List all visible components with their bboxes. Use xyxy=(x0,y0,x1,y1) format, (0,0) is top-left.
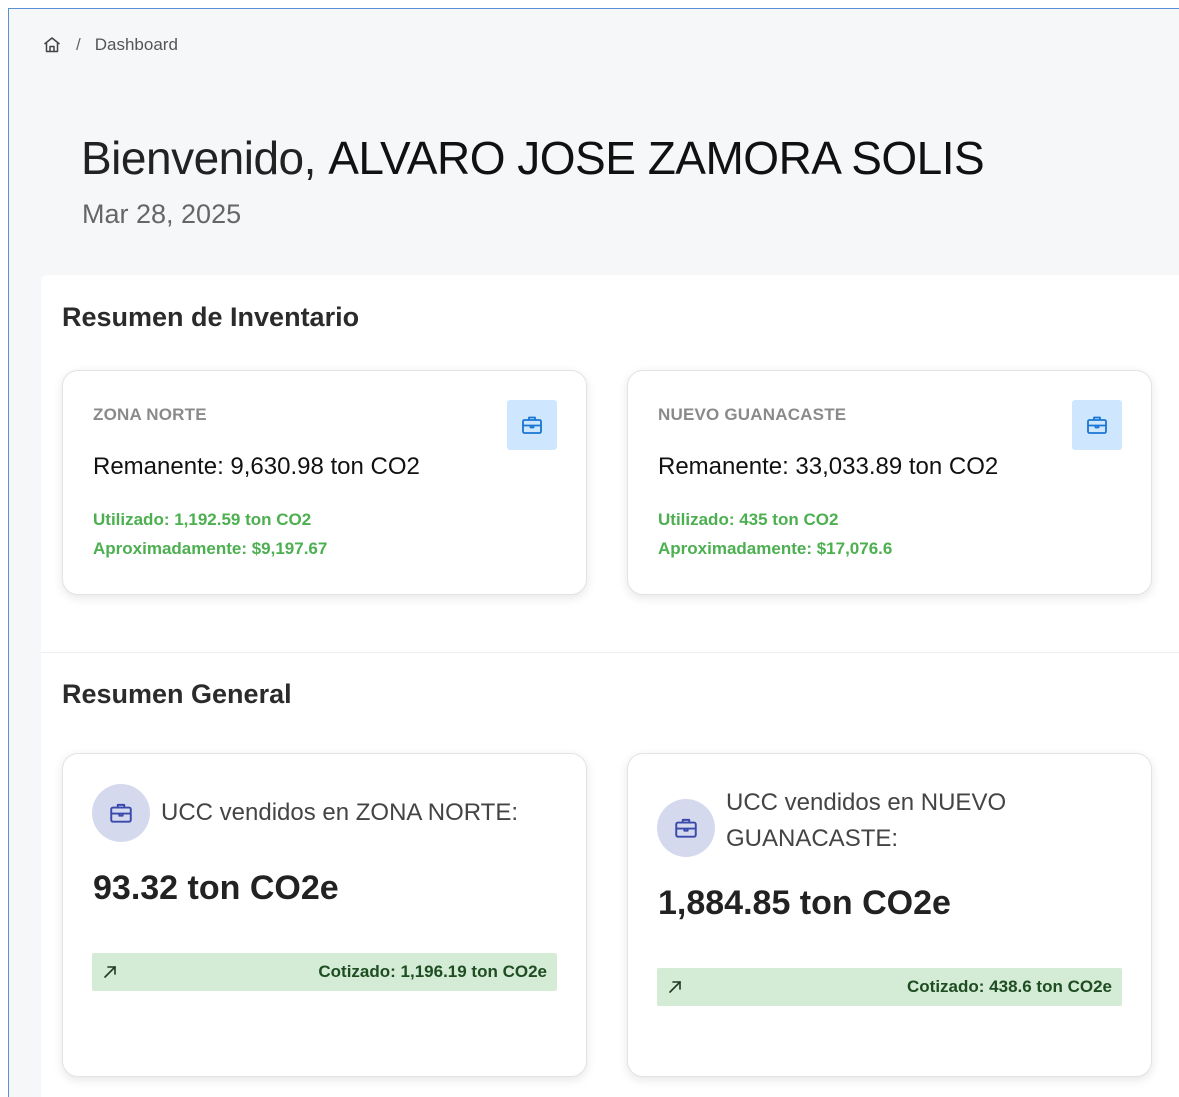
welcome-greeting: Bienvenido, xyxy=(81,132,316,184)
briefcase-circle xyxy=(657,799,715,857)
welcome-heading: Bienvenido, ALVARO JOSE ZAMORA SOLIS xyxy=(81,131,985,185)
utilizado-value: Utilizado: 435 ton CO2 xyxy=(658,510,839,529)
ucc-amount: 93.32 ton CO2e xyxy=(93,869,339,907)
breadcrumb: / Dashboard xyxy=(42,35,178,55)
cotizado-bar: Cotizado: 438.6 ton CO2e xyxy=(657,968,1122,1006)
briefcase-icon xyxy=(110,803,132,823)
inventory-panel: Resumen de Inventario ZONA NORTE Remanen… xyxy=(41,275,1179,653)
cotizado-value: Cotizado: 438.6 ton CO2e xyxy=(907,977,1112,996)
arrow-up-right-icon xyxy=(104,966,116,978)
arrow-up-right-icon xyxy=(669,981,681,993)
inventory-card-zona-norte: ZONA NORTE Remanente: 9,630.98 ton CO2 U… xyxy=(62,370,587,595)
remanente-value: Remanente: 9,630.98 ton CO2 xyxy=(93,453,420,480)
dashboard-frame: / Dashboard Bienvenido, ALVARO JOSE ZAMO… xyxy=(8,8,1179,1097)
briefcase-icon xyxy=(1087,416,1107,434)
zone-label: ZONA NORTE xyxy=(93,405,207,424)
ucc-label: UCC vendidos en NUEVO GUANACASTE: xyxy=(726,789,1007,852)
general-card-zona-norte: UCC vendidos en ZONA NORTE: 93.32 ton CO… xyxy=(62,753,587,1077)
briefcase-badge xyxy=(1072,400,1122,450)
zone-label: NUEVO GUANACASTE xyxy=(658,405,847,424)
user-name: ALVARO JOSE ZAMORA SOLIS xyxy=(328,132,985,184)
breadcrumb-separator: / xyxy=(76,35,81,54)
current-date: Mar 28, 2025 xyxy=(82,199,242,229)
briefcase-icon xyxy=(675,818,697,838)
briefcase-badge xyxy=(507,400,557,450)
ucc-amount: 1,884.85 ton CO2e xyxy=(658,884,951,922)
utilizado-value: Utilizado: 1,192.59 ton CO2 xyxy=(93,510,312,529)
aproximadamente-value: Aproximadamente: $9,197.67 xyxy=(93,539,328,558)
cotizado-bar: Cotizado: 1,196.19 ton CO2e xyxy=(92,953,557,991)
general-card-nuevo-guanacaste: UCC vendidos en NUEVO GUANACASTE: 1,884.… xyxy=(627,753,1152,1077)
inventory-title: Resumen de Inventario xyxy=(62,302,360,332)
inventory-card-nuevo-guanacaste: NUEVO GUANACASTE Remanente: 33,033.89 to… xyxy=(627,370,1152,595)
breadcrumb-current: Dashboard xyxy=(94,35,178,54)
briefcase-icon xyxy=(522,416,542,434)
aproximadamente-value: Aproximadamente: $17,076.6 xyxy=(658,539,893,558)
ucc-label: UCC vendidos en ZONA NORTE: xyxy=(161,799,519,826)
home-icon[interactable] xyxy=(42,35,62,55)
general-title: Resumen General xyxy=(62,679,292,709)
general-panel: Resumen General UCC vendidos en ZONA NOR… xyxy=(41,653,1179,1097)
remanente-value: Remanente: 33,033.89 ton CO2 xyxy=(658,453,999,480)
cotizado-value: Cotizado: 1,196.19 ton CO2e xyxy=(318,962,547,981)
briefcase-circle xyxy=(92,784,150,842)
